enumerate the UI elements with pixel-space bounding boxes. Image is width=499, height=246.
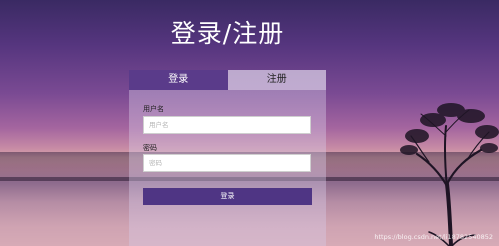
page-title: 登录/注册 <box>170 19 285 48</box>
password-input[interactable] <box>143 154 311 172</box>
login-submit-button[interactable]: 登录 <box>143 188 312 205</box>
login-panel: 登录 注册 用户名 密码 登录 <box>129 70 326 246</box>
password-label: 密码 <box>143 144 157 152</box>
tab-bar: 登录 注册 <box>129 70 326 90</box>
username-input[interactable] <box>143 116 311 134</box>
watermark-text: https://blog.csdn.net/li18782540852 <box>374 233 493 241</box>
tab-login[interactable]: 登录 <box>129 70 228 90</box>
tab-register[interactable]: 注册 <box>227 70 326 90</box>
username-label: 用户名 <box>143 105 164 113</box>
tree-silhouette <box>400 103 499 246</box>
